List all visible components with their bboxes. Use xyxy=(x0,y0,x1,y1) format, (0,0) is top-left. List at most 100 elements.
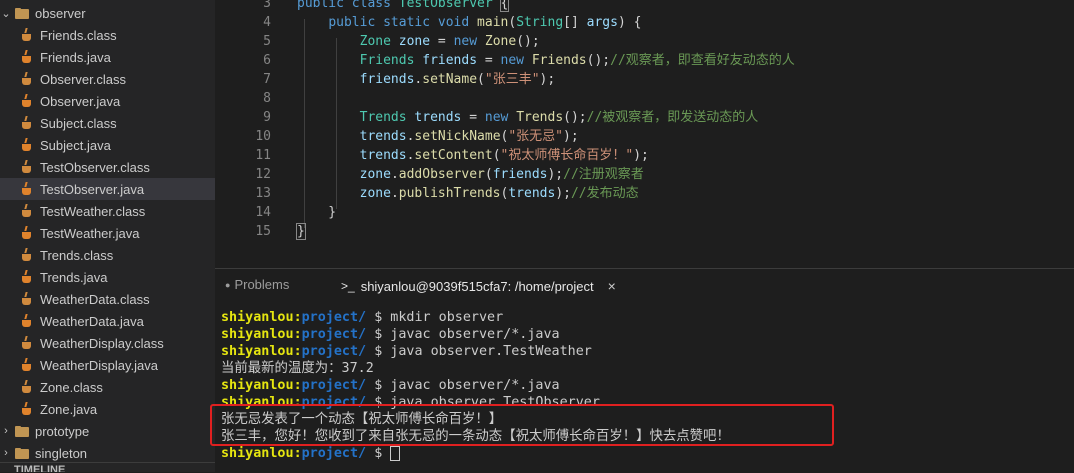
code-text: zone.publishTrends(trends);//发布动态 xyxy=(297,184,639,203)
file-item[interactable]: Observer.java xyxy=(0,90,215,112)
tab-terminal[interactable]: >_ shiyanlou@9039f515cfa7: /home/project… xyxy=(333,269,624,303)
code-token: new xyxy=(453,34,485,49)
prompt-path: project/ xyxy=(301,310,367,325)
code-token: publishTrends xyxy=(398,186,501,201)
file-item[interactable]: Subject.java xyxy=(0,134,215,156)
prompt-path: project/ xyxy=(301,446,367,461)
file-item[interactable]: Zone.class xyxy=(0,376,215,398)
code-token: Trends xyxy=(516,110,564,125)
file-item[interactable]: Friends.class xyxy=(0,24,215,46)
code-token: = xyxy=(461,110,485,125)
prompt-user: shiyanlou xyxy=(221,327,294,342)
file-label: Friends.java xyxy=(40,49,111,65)
close-icon[interactable]: × xyxy=(608,278,616,294)
code-line: 14 } xyxy=(215,203,1074,222)
file-item[interactable]: Trends.java xyxy=(0,266,215,288)
java-file-icon xyxy=(21,292,32,306)
file-item[interactable]: Trends.class xyxy=(0,244,215,266)
java-file-icon xyxy=(21,50,32,64)
prompt-separator: : xyxy=(293,310,302,325)
folder-singleton[interactable]: › singleton xyxy=(0,442,215,464)
code-token: static xyxy=(383,15,438,30)
file-item[interactable]: Zone.java xyxy=(0,398,215,420)
java-file-icon xyxy=(21,116,32,130)
file-item[interactable]: Observer.class xyxy=(0,68,215,90)
file-label: Observer.class xyxy=(40,71,126,87)
file-item[interactable]: Friends.java xyxy=(0,46,215,68)
code-token: trends xyxy=(414,110,462,125)
java-file-icon xyxy=(21,270,32,284)
timeline-section-header[interactable]: TIMELINE xyxy=(0,462,215,472)
code-token: args xyxy=(586,15,618,30)
code-text: Zone zone = new Zone(); xyxy=(297,32,540,51)
code-text: } xyxy=(296,222,306,241)
line-number: 15 xyxy=(255,224,271,239)
line-number: 3 xyxy=(263,0,271,11)
folder-label: observer xyxy=(35,5,86,21)
file-item[interactable]: TestWeather.java xyxy=(0,222,215,244)
code-token: trends xyxy=(359,129,407,144)
code-token: Zone xyxy=(359,34,399,49)
code-editor[interactable]: 3 public class TestObserver { 4 public sta… xyxy=(215,0,1074,265)
file-label: WeatherDisplay.class xyxy=(40,335,164,351)
code-text: public static void main(String[] args) { xyxy=(297,13,641,32)
prompt-command: $ xyxy=(374,446,391,461)
file-label: Trends.class xyxy=(40,247,114,263)
code-token: (); xyxy=(586,53,611,68)
java-file-icon xyxy=(21,314,32,328)
code-token: { xyxy=(499,0,510,12)
code-token: . xyxy=(390,167,399,182)
terminal-icon: >_ xyxy=(341,279,355,293)
folder-icon xyxy=(15,425,29,437)
file-item[interactable]: WeatherDisplay.java xyxy=(0,354,215,376)
code-token: zone xyxy=(359,186,391,201)
terminal-line: shiyanlou:project/ $ javac observer/*.ja… xyxy=(221,326,730,343)
file-label: TestObserver.java xyxy=(40,181,145,197)
java-file-icon xyxy=(21,402,32,416)
file-item[interactable]: WeatherData.java xyxy=(0,310,215,332)
file-label: TestObserver.class xyxy=(40,159,150,175)
folder-prototype[interactable]: › prototype xyxy=(0,420,215,442)
folder-observer[interactable]: ⌄ observer xyxy=(0,2,215,24)
file-item[interactable]: TestObserver.java xyxy=(0,178,215,200)
prompt-path: project/ xyxy=(301,378,367,393)
line-number: 4 xyxy=(263,15,271,30)
code-token: = xyxy=(430,34,454,49)
tab-problems[interactable]: ● Problems xyxy=(225,277,289,292)
file-item[interactable]: TestObserver.class xyxy=(0,156,215,178)
java-file-icon xyxy=(21,248,32,262)
file-label: TestWeather.class xyxy=(40,203,146,219)
code-text: friends.setName("张三丰"); xyxy=(297,70,556,89)
code-token: "张三丰" xyxy=(484,72,540,87)
file-item[interactable]: TestWeather.class xyxy=(0,200,215,222)
code-token: class xyxy=(351,0,399,11)
file-item[interactable]: Subject.class xyxy=(0,112,215,134)
code-text: trends.setContent("祝太师傅长命百岁！"); xyxy=(297,146,649,165)
info-icon: ● xyxy=(225,279,231,290)
code-line: 10 trends.setNickName("张无忌"); xyxy=(215,127,1074,146)
code-token: zone xyxy=(359,167,391,182)
code-token: ( xyxy=(484,167,493,182)
code-token: [] xyxy=(563,15,587,30)
code-token: void xyxy=(437,15,478,30)
line-number: 7 xyxy=(263,72,271,87)
java-file-icon xyxy=(21,94,32,108)
code-text: public class TestObserver { xyxy=(297,0,510,13)
chevron-down-icon: ⌄ xyxy=(1,7,11,20)
code-token: zone xyxy=(398,34,431,49)
code-token: public xyxy=(328,15,384,30)
file-item[interactable]: WeatherDisplay.class xyxy=(0,332,215,354)
code-token: //注册观察者 xyxy=(563,167,644,182)
code-token: ); xyxy=(555,186,571,201)
line-number: 9 xyxy=(263,110,271,125)
prompt-user: shiyanlou xyxy=(221,344,294,359)
code-token: trends xyxy=(508,186,556,201)
file-item[interactable]: WeatherData.class xyxy=(0,288,215,310)
code-text: } xyxy=(297,203,336,222)
